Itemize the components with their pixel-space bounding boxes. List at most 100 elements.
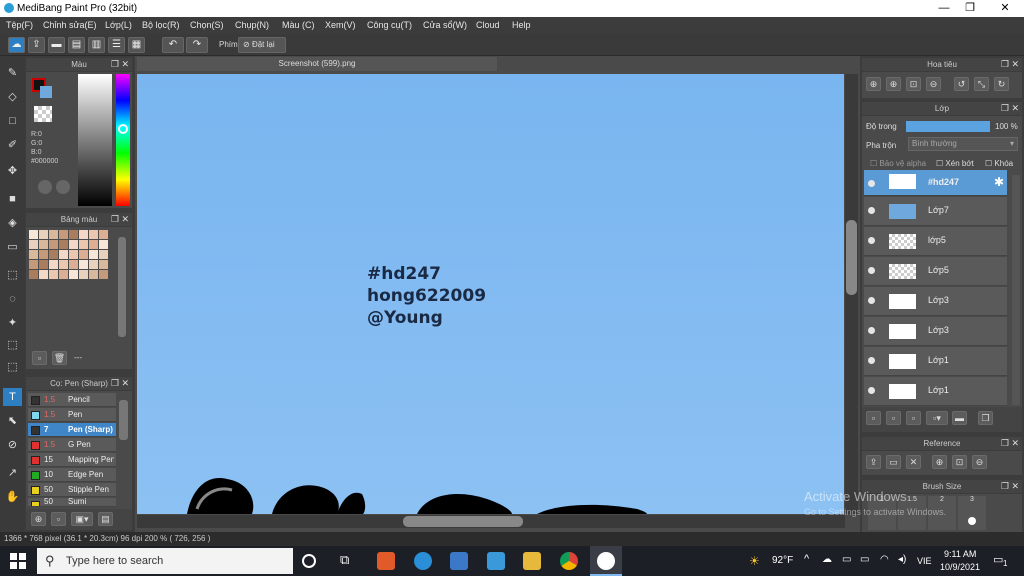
language-indicator[interactable]: VIE <box>917 556 932 566</box>
hue-slider[interactable] <box>116 74 130 206</box>
add-brush-icon[interactable]: ⊕ <box>31 512 46 526</box>
palette-swatch[interactable] <box>99 230 108 239</box>
brush-size-option[interactable]: 3 <box>958 496 986 530</box>
zoom-reset-icon[interactable]: ⊖ <box>926 77 941 91</box>
palette-swatch[interactable] <box>49 260 58 269</box>
volume-icon[interactable]: ◂) <box>898 554 906 565</box>
new-brush-icon[interactable]: ▫ <box>51 512 66 526</box>
taskbar-search[interactable]: ⚲ Type here to search <box>37 548 293 574</box>
gradient-tool-icon[interactable]: ▭ <box>3 238 22 256</box>
palette-swatch[interactable] <box>49 230 58 239</box>
duplicate-layer-icon[interactable]: ❐ <box>978 411 993 425</box>
wifi-icon[interactable]: ◠ <box>880 554 889 565</box>
store-icon[interactable] <box>450 552 468 570</box>
blend-select[interactable]: Bình thường ▾ <box>908 137 1018 151</box>
close-icon[interactable]: ✕ <box>906 455 921 469</box>
share-icon[interactable]: ⇪ <box>28 37 45 53</box>
eraser-tool-icon[interactable]: ◇ <box>3 88 22 106</box>
secondary-color-swatch[interactable] <box>40 86 52 98</box>
mail-icon[interactable] <box>487 552 505 570</box>
opacity-slider[interactable] <box>906 121 990 132</box>
palette-swatch[interactable] <box>39 270 48 279</box>
layer-row[interactable]: Lớp3 <box>864 287 1007 316</box>
chrome-icon[interactable] <box>560 552 578 570</box>
brush-row[interactable]: 10 Edge Pen <box>28 468 116 482</box>
brush-menu-icon[interactable]: ▣▾ <box>71 512 93 526</box>
panel-controls-icon[interactable]: ❐ ✕ <box>111 213 129 226</box>
palette-swatch[interactable] <box>79 260 88 269</box>
menu-select[interactable]: Chọn(S) <box>190 20 224 30</box>
transparent-swatch[interactable] <box>34 106 52 122</box>
page-icon[interactable]: ▥ <box>88 37 105 53</box>
maximize-button[interactable]: ❐ <box>955 1 985 16</box>
brush-row[interactable]: 1.5 Pen <box>28 408 116 422</box>
menu-layer[interactable]: Lớp(L) <box>105 20 132 30</box>
delete-palette-icon[interactable]: 🗑 <box>52 351 67 365</box>
zoom-out-icon[interactable]: ⊕ <box>886 77 901 91</box>
rectangle-tool-icon[interactable]: □ <box>3 112 22 130</box>
palette-swatch[interactable] <box>29 270 38 279</box>
edge-icon[interactable] <box>414 552 432 570</box>
fit-icon[interactable]: ⊡ <box>906 77 921 91</box>
new-1bit-layer-icon[interactable]: ▫ <box>906 411 921 425</box>
palette-swatch[interactable] <box>59 270 68 279</box>
palette-add-icon[interactable] <box>56 180 70 194</box>
lasso-tool-icon[interactable]: ◌ <box>3 290 22 308</box>
reset-button[interactable]: ⊘ Đặt lại <box>238 37 286 53</box>
palette-swatch[interactable] <box>89 230 98 239</box>
palette-scrollbar[interactable] <box>118 237 126 337</box>
palette-swatch-grid[interactable] <box>29 230 117 294</box>
layer-row[interactable]: lớp5 <box>864 227 1007 256</box>
document-tab[interactable]: Screenshot (599).png <box>137 57 497 71</box>
layer-row[interactable]: Lớp3 <box>864 317 1007 346</box>
zoom-in-icon[interactable]: ⊕ <box>866 77 881 91</box>
palette-swatch[interactable] <box>69 230 78 239</box>
menu-color[interactable]: Màu (C) <box>282 20 315 30</box>
hand-tool-icon[interactable]: ✋ <box>3 488 22 506</box>
palette-swatch[interactable] <box>99 250 108 259</box>
menu-help[interactable]: Help <box>512 20 531 30</box>
palette-swatch[interactable] <box>39 240 48 249</box>
protect-alpha-checkbox[interactable]: ☐ Bảo vệ alpha <box>870 159 926 168</box>
palette-swatch[interactable] <box>29 230 38 239</box>
menu-view[interactable]: Xem(V) <box>325 20 356 30</box>
grid-icon[interactable]: ▦ <box>128 37 145 53</box>
rotate-left-icon[interactable]: ↺ <box>954 77 969 91</box>
palette-swatch[interactable] <box>39 260 48 269</box>
tray-chevron-icon[interactable]: ^ <box>804 553 809 565</box>
palette-swatch[interactable] <box>69 260 78 269</box>
palette-swatch[interactable] <box>29 250 38 259</box>
palette-swatch[interactable] <box>79 250 88 259</box>
menu-cloud[interactable]: Cloud <box>476 20 500 30</box>
battery-icon[interactable]: ▭ <box>860 554 869 565</box>
file-explorer-icon[interactable] <box>523 552 541 570</box>
network-icon[interactable]: ☁ <box>822 554 832 565</box>
undo-icon[interactable]: ↶ <box>162 37 184 53</box>
hue-slider-handle[interactable] <box>118 124 128 134</box>
select-pen-tool-icon[interactable]: ⬚ <box>3 336 22 354</box>
palette-swatch[interactable] <box>59 230 68 239</box>
brush-settings-icon[interactable]: ▤ <box>98 512 113 526</box>
task-view-icon[interactable]: ⧉ <box>340 552 358 570</box>
horizontal-scrollbar-thumb[interactable] <box>403 516 523 527</box>
cloud-icon[interactable]: ☁ <box>8 37 25 53</box>
menu-filter[interactable]: Bộ lọc(R) <box>142 20 180 30</box>
bucket-tool-icon[interactable]: ◈ <box>3 214 22 232</box>
clock-date[interactable]: 10/9/2021 <box>940 562 980 572</box>
palette-swatch[interactable] <box>49 270 58 279</box>
zoom-out-icon[interactable]: ⊖ <box>972 455 987 469</box>
flip-icon[interactable]: ⤡ <box>974 77 989 91</box>
new-layer-icon[interactable]: ▫ <box>866 411 881 425</box>
list-icon[interactable]: ☰ <box>108 37 125 53</box>
windows-start-icon[interactable] <box>10 553 26 569</box>
clock-time[interactable]: 9:11 AM <box>944 549 976 559</box>
zoom-in-icon[interactable]: ⊕ <box>932 455 947 469</box>
brush-row[interactable]: 1.5 G Pen <box>28 438 116 452</box>
layer-scrollbar[interactable] <box>1012 175 1020 405</box>
comment-icon[interactable]: ▬ <box>48 37 65 53</box>
panel-controls-icon[interactable]: ❐ ✕ <box>1001 102 1019 115</box>
redo-icon[interactable]: ↷ <box>186 37 208 53</box>
new-palette-icon[interactable]: ▫ <box>32 351 47 365</box>
text-tool-icon[interactable]: T <box>3 388 22 406</box>
panel-controls-icon[interactable]: ❐ ✕ <box>111 58 129 71</box>
